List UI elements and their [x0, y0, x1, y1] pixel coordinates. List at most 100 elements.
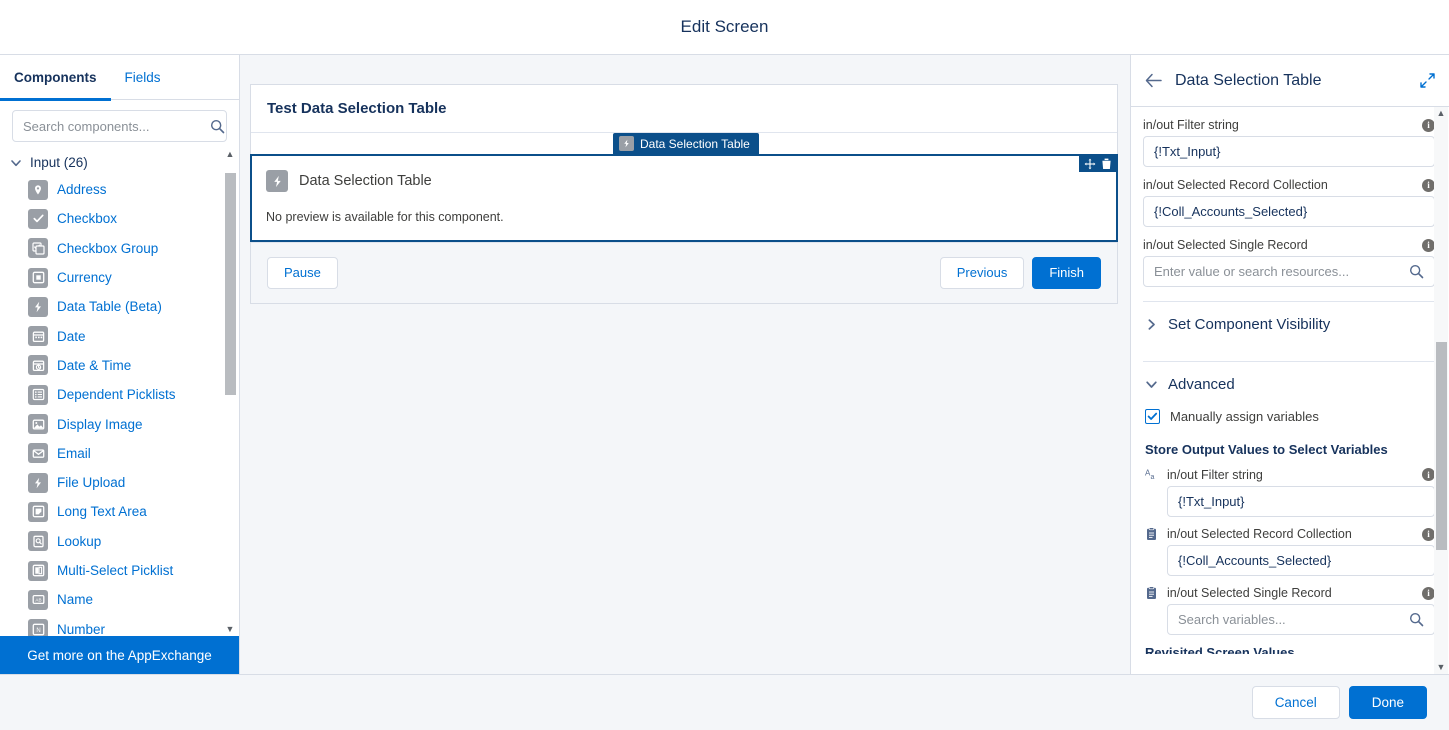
- component-preview-title-row: Data Selection Table: [266, 170, 1102, 192]
- output-selected-single-record: in/out Selected Single Record i Search v…: [1143, 586, 1435, 635]
- pause-button[interactable]: Pause: [267, 257, 338, 289]
- expand-icon[interactable]: [1420, 73, 1435, 88]
- currency-icon: [28, 267, 48, 288]
- output-label-row: Aa in/out Filter string i: [1143, 467, 1435, 482]
- properties-content: in/out Filter string i {!Txt_Input} in/o…: [1131, 118, 1449, 664]
- sidebar-item-checkbox-group[interactable]: Checkbox Group: [0, 234, 239, 263]
- component-toolbar: [1079, 155, 1117, 172]
- components-sidebar: Components Fields Input (26): [0, 55, 240, 674]
- textarea-icon: [28, 501, 48, 522]
- sidebar-item-label: Email: [57, 445, 91, 461]
- sidebar-item-label: Currency: [57, 270, 112, 286]
- field-label: in/out Selected Single Record: [1143, 238, 1308, 252]
- modal-header: Edit Screen: [0, 0, 1449, 55]
- scroll-up-arrow-icon[interactable]: ▲: [1437, 107, 1446, 120]
- properties-panel-header: Data Selection Table: [1131, 55, 1449, 107]
- selected-single-record-input[interactable]: Enter value or search resources...: [1143, 256, 1435, 287]
- flow-screen-editor: Edit Screen Components Fields Input (26): [0, 0, 1449, 730]
- sidebar-item-label: Data Table (Beta): [57, 299, 162, 315]
- component-selected-tab[interactable]: Data Selection Table: [613, 133, 759, 154]
- sidebar-item-display-image[interactable]: Display Image: [0, 409, 239, 438]
- sidebar-item-dependent-picklists[interactable]: Dependent Picklists: [0, 380, 239, 409]
- search-input[interactable]: [13, 118, 209, 134]
- revisited-screen-values-heading: Revisited Screen Values: [1145, 645, 1295, 654]
- sidebar-item-label: Name: [57, 592, 94, 608]
- list-icon: [28, 384, 48, 405]
- properties-scrollbar[interactable]: ▲ ▼: [1434, 107, 1448, 674]
- multipicklist-icon: [28, 560, 48, 581]
- sidebar-item-name[interactable]: AB Name: [0, 585, 239, 614]
- scroll-up-arrow-icon[interactable]: ▲: [226, 148, 235, 161]
- field-selected-single-record: in/out Selected Single Record i Enter va…: [1143, 238, 1435, 287]
- tab-fields[interactable]: Fields: [111, 55, 175, 100]
- sidebar-item-date-time[interactable]: Date & Time: [0, 351, 239, 380]
- field-filter-string: in/out Filter string i {!Txt_Input}: [1143, 118, 1435, 167]
- selected-component-box[interactable]: Data Selection Table No preview is avail…: [250, 154, 1118, 242]
- search-icon[interactable]: [1409, 264, 1424, 279]
- sidebar-item-lookup[interactable]: Lookup: [0, 527, 239, 556]
- finish-button[interactable]: Finish: [1032, 257, 1101, 289]
- field-label: in/out Selected Record Collection: [1143, 178, 1328, 192]
- input-placeholder: Enter value or search resources...: [1154, 264, 1350, 279]
- sidebar-item-date[interactable]: Date: [0, 321, 239, 350]
- scrollbar-track[interactable]: [1435, 120, 1447, 661]
- output-selected-record-collection-input[interactable]: {!Coll_Accounts_Selected}: [1167, 545, 1435, 576]
- sidebar-item-label: Checkbox: [57, 211, 118, 227]
- scrollbar-thumb[interactable]: [224, 173, 236, 395]
- svg-text:N: N: [36, 628, 40, 634]
- number-icon: N: [28, 619, 48, 636]
- output-label-row: in/out Selected Record Collection i: [1143, 527, 1435, 541]
- sidebar-item-long-text-area[interactable]: Long Text Area: [0, 497, 239, 526]
- sidebar-item-address[interactable]: Address: [0, 175, 239, 204]
- lightning-icon: [619, 136, 634, 151]
- sidebar-item-currency[interactable]: Currency: [0, 263, 239, 292]
- calendar-icon: [28, 326, 48, 347]
- envelope-icon: [28, 443, 48, 464]
- component-group-input[interactable]: Input (26): [0, 150, 239, 175]
- done-button[interactable]: Done: [1348, 686, 1427, 719]
- output-selected-single-record-input[interactable]: Search variables...: [1167, 604, 1435, 635]
- page-title: Edit Screen: [680, 17, 769, 36]
- store-output-values-heading: Store Output Values to Select Variables: [1145, 442, 1388, 457]
- search-icon[interactable]: [1409, 612, 1424, 627]
- properties-scroll-area: in/out Filter string i {!Txt_Input} in/o…: [1131, 107, 1449, 674]
- output-filter-string-input[interactable]: {!Txt_Input}: [1167, 486, 1435, 517]
- scrollbar-track[interactable]: [224, 161, 236, 623]
- cancel-button[interactable]: Cancel: [1251, 686, 1340, 719]
- section-label: Advanced: [1168, 376, 1235, 393]
- sidebar-item-multi-select-picklist[interactable]: Multi-Select Picklist: [0, 556, 239, 585]
- sidebar-item-data-table-beta[interactable]: Data Table (Beta): [0, 292, 239, 321]
- scroll-down-arrow-icon[interactable]: ▼: [1437, 661, 1446, 674]
- svg-text:AB: AB: [35, 598, 41, 603]
- manually-assign-variables-checkbox[interactable]: [1145, 409, 1160, 424]
- component-tab-row: Data Selection Table: [251, 133, 1117, 154]
- scroll-down-arrow-icon[interactable]: ▼: [226, 623, 235, 636]
- arrow-left-icon[interactable]: [1145, 73, 1162, 88]
- scrollbar-thumb[interactable]: [1435, 342, 1447, 550]
- tab-components[interactable]: Components: [0, 55, 111, 101]
- section-advanced[interactable]: Advanced: [1143, 361, 1435, 407]
- manually-assign-variables-row[interactable]: Manually assign variables: [1143, 407, 1435, 426]
- selected-record-collection-input[interactable]: {!Coll_Accounts_Selected}: [1143, 196, 1435, 227]
- sidebar-item-number[interactable]: N Number: [0, 614, 239, 636]
- sidebar-item-file-upload[interactable]: File Upload: [0, 468, 239, 497]
- search-box[interactable]: [12, 110, 227, 142]
- previous-button[interactable]: Previous: [939, 257, 1025, 289]
- sidebar-item-label: Dependent Picklists: [57, 387, 176, 403]
- output-label: in/out Filter string: [1167, 467, 1263, 482]
- sidebar-scrollbar[interactable]: ▲ ▼: [223, 148, 237, 636]
- sidebar-item-email[interactable]: Email: [0, 439, 239, 468]
- appexchange-button[interactable]: Get more on the AppExchange: [0, 636, 239, 674]
- chevron-right-icon: [1145, 318, 1158, 331]
- advanced-section-body: Manually assign variables Store Output V…: [1143, 407, 1435, 664]
- image-icon: [28, 414, 48, 435]
- sidebar-item-label: Lookup: [57, 533, 102, 549]
- svg-text:a: a: [1150, 474, 1154, 481]
- sidebar-item-label: Date: [57, 328, 86, 344]
- delete-icon[interactable]: [1101, 158, 1112, 170]
- sidebar-item-label: Date & Time: [57, 357, 132, 373]
- filter-string-input[interactable]: {!Txt_Input}: [1143, 136, 1435, 167]
- sidebar-item-checkbox[interactable]: Checkbox: [0, 204, 239, 233]
- section-set-component-visibility[interactable]: Set Component Visibility: [1143, 301, 1435, 347]
- move-handle-icon[interactable]: [1084, 158, 1096, 170]
